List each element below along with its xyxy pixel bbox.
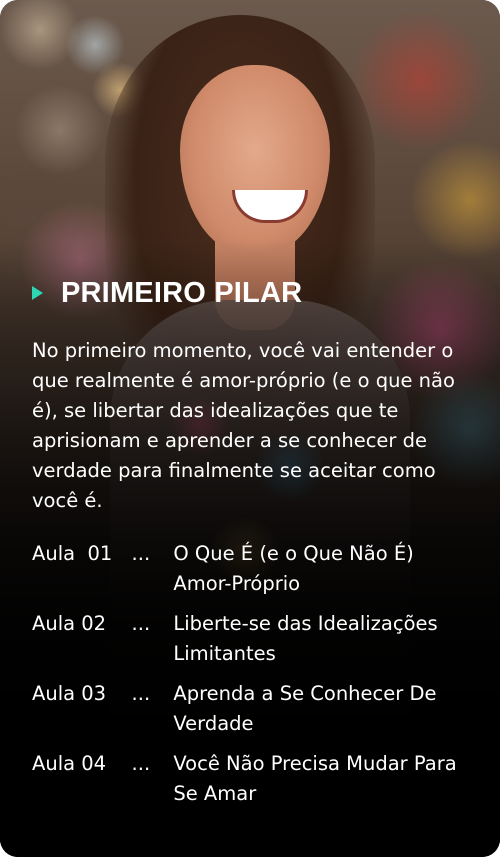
pillar-description: No primeiro momento, você vai entender o… [32,339,455,512]
lesson-label: Aula 02 [32,612,107,635]
lesson-separator: ... [131,542,151,565]
lesson-item: Aula 03 ... Aprenda a Se Conhecer De Ver… [32,679,472,739]
lesson-item: Aula 04 ... Você Não Precisa Mudar Para … [32,749,472,809]
pillar-card: PRIMEIRO PILAR No primeiro momento, você… [0,0,500,857]
lesson-list: Aula 01 ... O Que É (e o Que Não É) Amor… [32,539,472,809]
lesson-label: Aula 04 [32,752,107,775]
play-triangle-icon [32,286,43,300]
lesson-label: Aula 01 [32,542,113,565]
pillar-heading: PRIMEIRO PILAR [32,272,472,314]
lesson-separator: ... [131,752,151,775]
pillar-title: PRIMEIRO PILAR [61,276,303,309]
lesson-separator: ... [131,612,151,635]
lesson-item: Aula 02 ... Liberte-se das Idealizações … [32,609,472,669]
lesson-title: Você Não Precisa Mudar Para Se Amar [173,752,457,805]
lesson-title: Liberte-se das Idealizações Limitantes [173,612,438,665]
lesson-label: Aula 03 [32,682,107,705]
lesson-title: O Que É (e o Que Não É) Amor-Próprio [173,542,414,595]
lesson-separator: ... [131,682,151,705]
lesson-title: Aprenda a Se Conhecer De Verdade [173,682,437,735]
lesson-item: Aula 01 ... O Que É (e o Que Não É) Amor… [32,539,472,599]
pillar-content: PRIMEIRO PILAR No primeiro momento, você… [32,272,472,819]
